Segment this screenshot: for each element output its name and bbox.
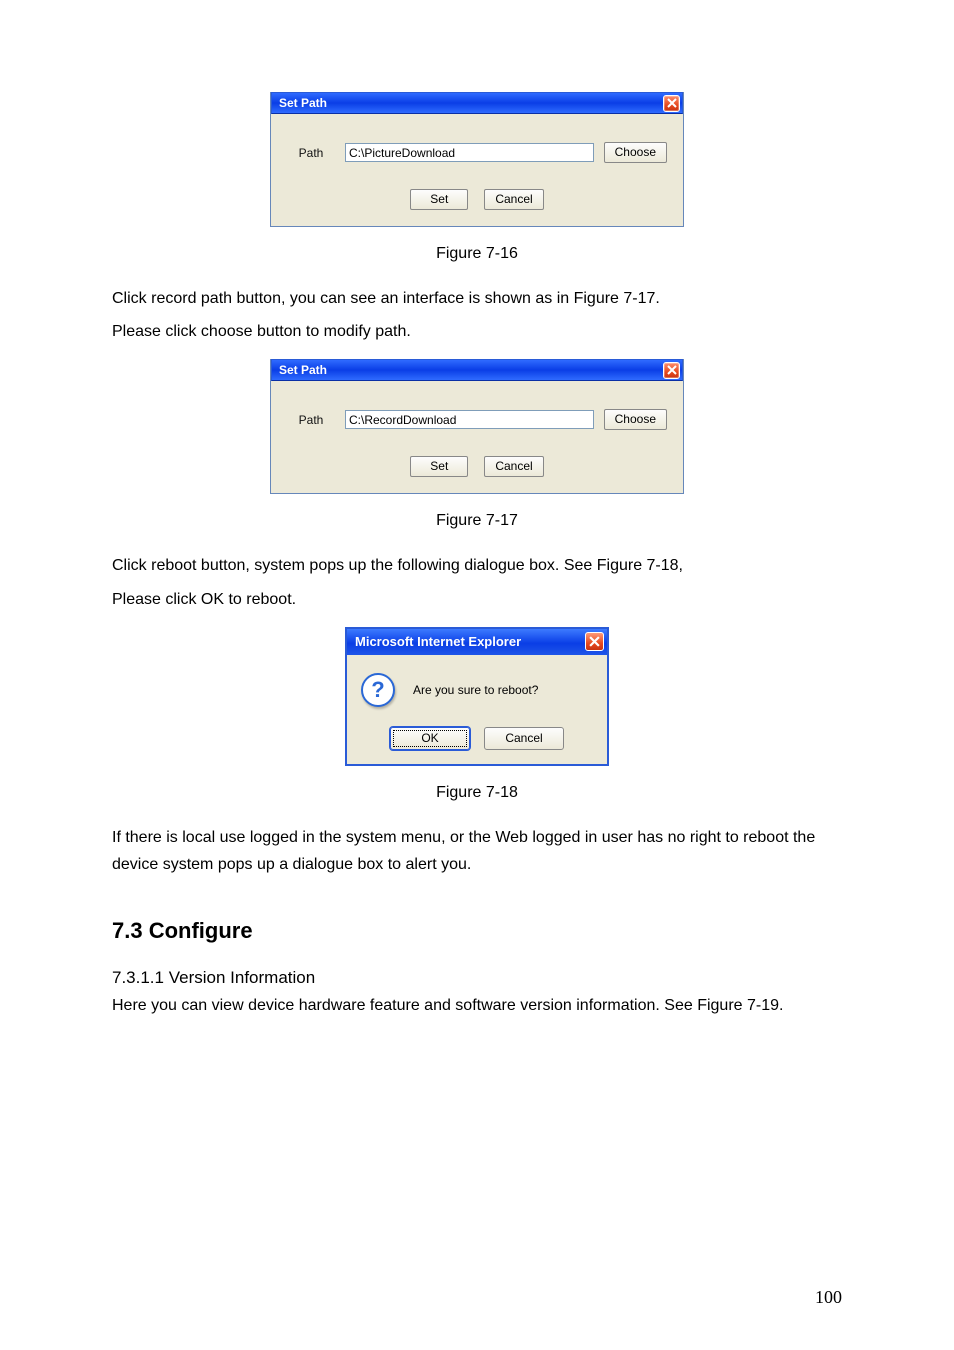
body-paragraph: Click reboot button, system pops up the … — [112, 552, 842, 579]
body-paragraph: Please click OK to reboot. — [112, 586, 842, 613]
body-paragraph: Here you can view device hardware featur… — [112, 992, 842, 1019]
page-number: 100 — [815, 1287, 842, 1308]
ie-confirm-dialog: Microsoft Internet Explorer ? Are you su… — [345, 627, 609, 766]
body-paragraph: Please click choose button to modify pat… — [112, 318, 842, 345]
set-button[interactable]: Set — [410, 189, 468, 210]
path-input[interactable] — [345, 410, 594, 429]
dialog-title: Set Path — [279, 363, 327, 377]
cancel-button[interactable]: Cancel — [484, 189, 543, 210]
choose-button[interactable]: Choose — [604, 409, 667, 430]
close-icon[interactable] — [663, 362, 680, 379]
choose-button[interactable]: Choose — [604, 142, 667, 163]
section-heading: 7.3 Configure — [112, 918, 842, 944]
dialog-title: Microsoft Internet Explorer — [355, 634, 521, 649]
path-label: Path — [287, 413, 335, 427]
cancel-button[interactable]: Cancel — [484, 727, 564, 750]
set-button[interactable]: Set — [410, 456, 468, 477]
figure-caption: Figure 7-17 — [112, 512, 842, 530]
close-icon[interactable] — [585, 632, 604, 651]
set-path-dialog-2: Set Path Path Choose Set Cancel — [270, 359, 684, 494]
dialog-titlebar[interactable]: Set Path — [271, 92, 683, 114]
path-label: Path — [287, 146, 335, 160]
close-icon[interactable] — [663, 95, 680, 112]
body-paragraph: Click record path button, you can see an… — [112, 285, 842, 312]
body-paragraph: If there is local use logged in the syst… — [112, 824, 842, 878]
figure-caption: Figure 7-16 — [112, 245, 842, 263]
dialog-title: Set Path — [279, 96, 327, 110]
set-path-dialog-1: Set Path Path Choose Set Cancel — [270, 92, 684, 227]
figure-caption: Figure 7-18 — [112, 784, 842, 802]
dialog-titlebar[interactable]: Set Path — [271, 359, 683, 381]
ok-button[interactable]: OK — [390, 727, 470, 750]
confirm-message: Are you sure to reboot? — [413, 683, 538, 697]
cancel-button[interactable]: Cancel — [484, 456, 543, 477]
path-input[interactable] — [345, 143, 594, 162]
subsection-heading: 7.3.1.1 Version Information — [112, 968, 842, 988]
question-icon: ? — [361, 673, 395, 707]
dialog-titlebar[interactable]: Microsoft Internet Explorer — [347, 629, 607, 655]
